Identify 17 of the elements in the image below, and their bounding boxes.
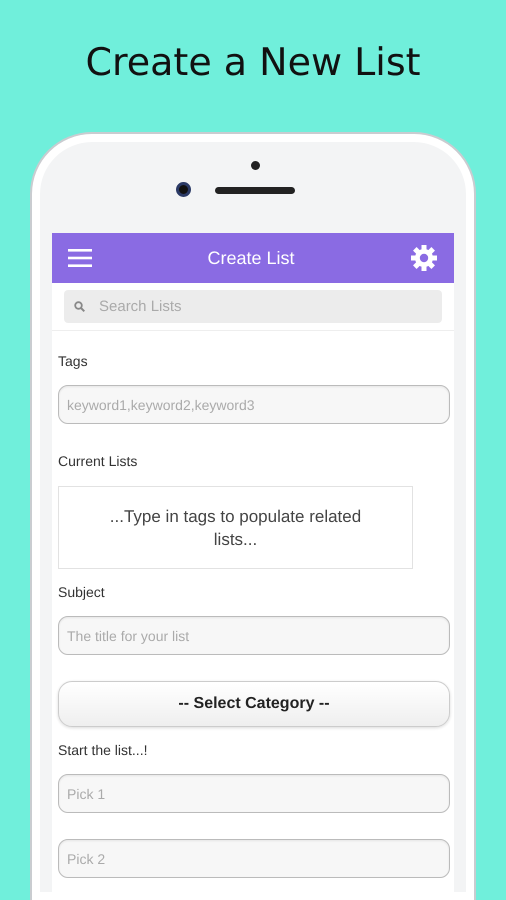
menu-icon[interactable] [68, 249, 92, 267]
field-label: Subject [58, 583, 106, 602]
headline: Create a New List [84, 39, 422, 86]
camera-icon [176, 182, 191, 197]
empty-lists-message: ...Type in tags to populate related lists... [58, 486, 413, 569]
field-label: Start the list...! [58, 741, 148, 760]
input-field[interactable]: Pick 2 [58, 839, 450, 878]
category-select[interactable]: -- Select Category -- [58, 681, 450, 727]
settings-icon[interactable] [410, 244, 438, 272]
field-label: Current Lists [58, 452, 138, 471]
sensor-icon [251, 161, 260, 170]
input-field[interactable]: keyword1,keyword2,keyword3 [58, 385, 450, 424]
screen-title: Create List [207, 246, 295, 270]
input-field[interactable]: The title for your list [58, 616, 450, 655]
field-label: Tags [58, 352, 89, 371]
search-field[interactable]: Search Lists [64, 290, 442, 323]
input-field[interactable]: Pick 1 [58, 774, 450, 813]
